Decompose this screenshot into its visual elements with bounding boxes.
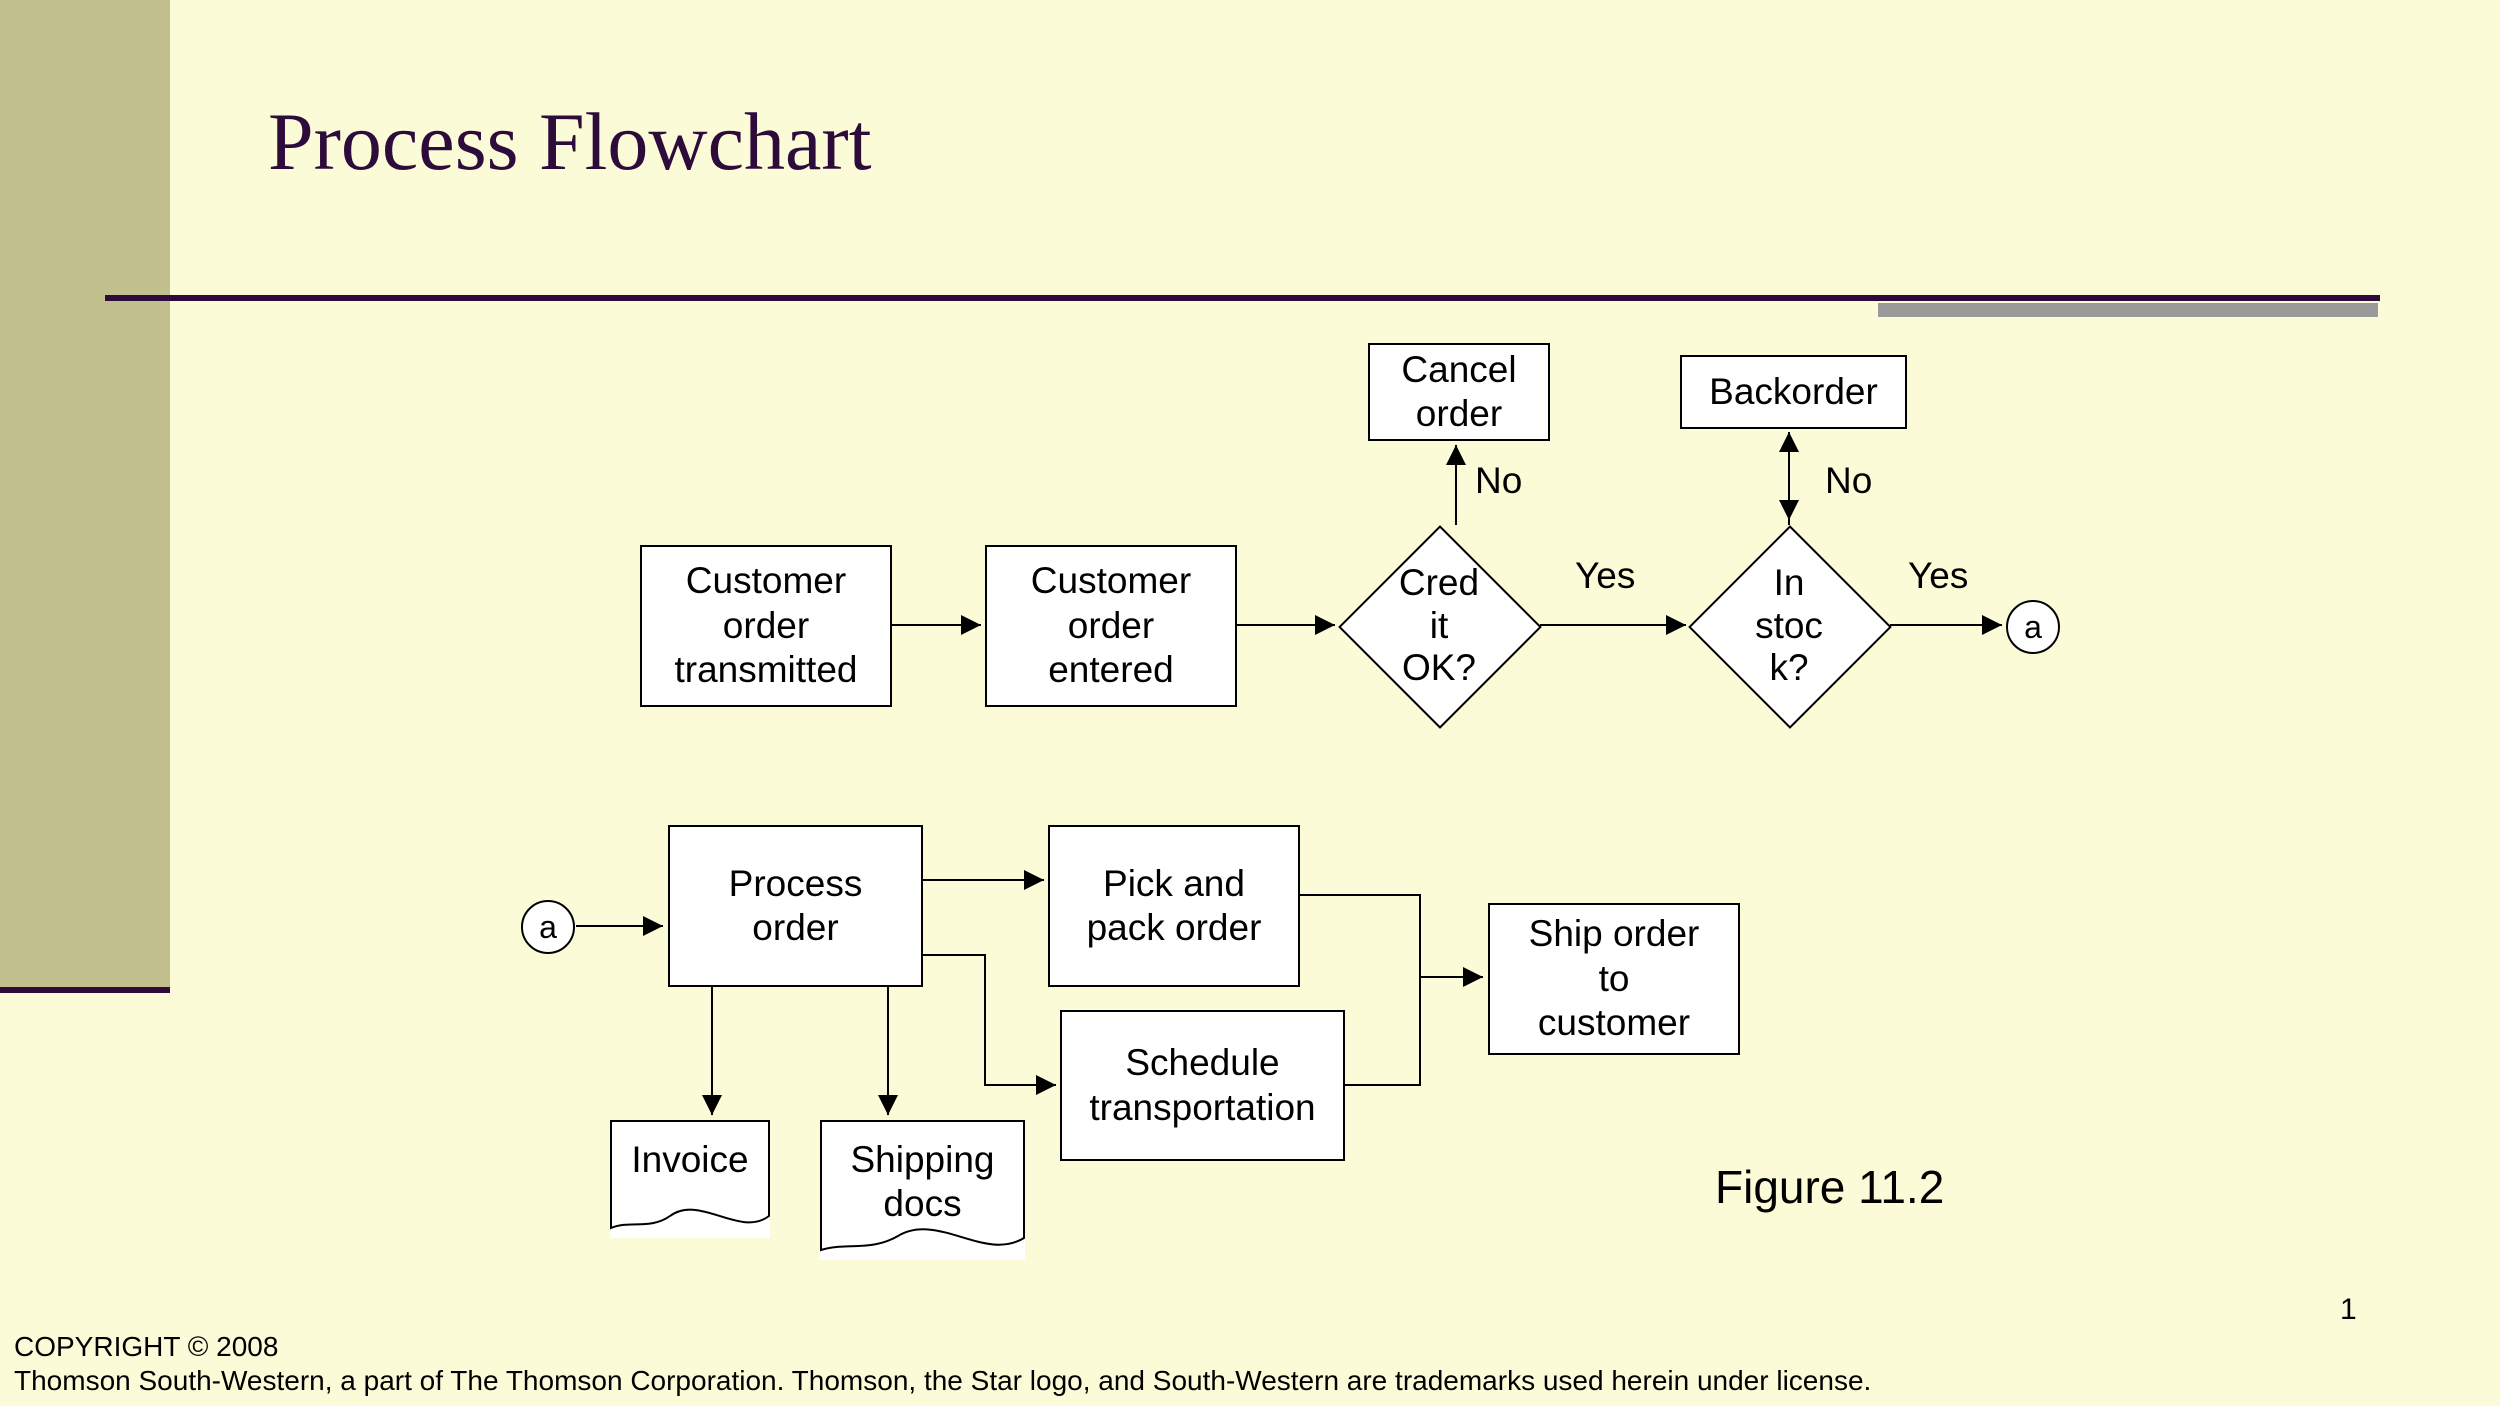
slide: Process Flowchart Customer order transmi… xyxy=(0,0,2500,1406)
flow-arrows xyxy=(0,0,2500,1406)
